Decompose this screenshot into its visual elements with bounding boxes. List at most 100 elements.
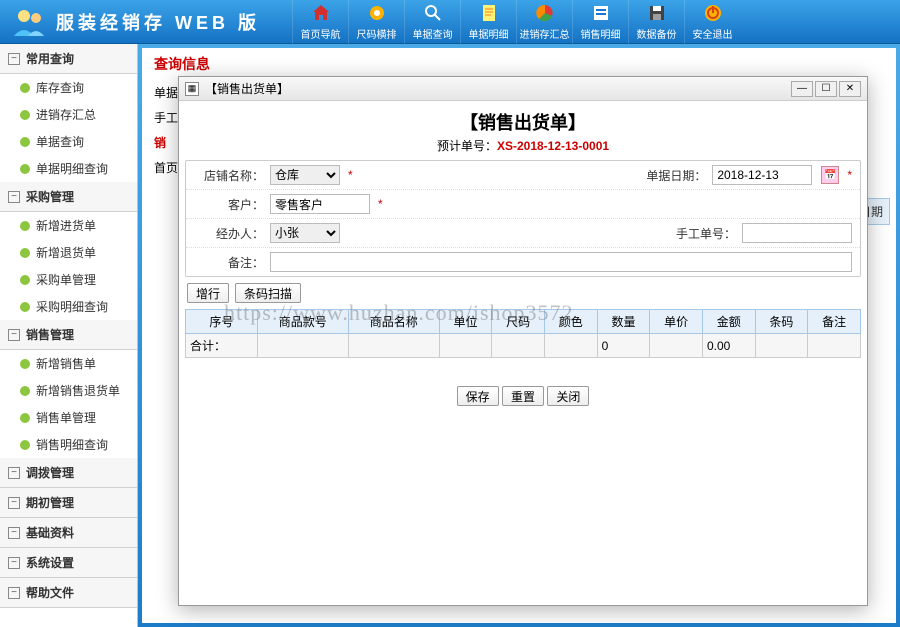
modal-titlebar[interactable]: ▦ 【销售出货单】 — ☐ ✕ [179,77,867,101]
item-label: 进销存汇总 [36,106,96,123]
sidebar-item[interactable]: 新增销售单 [0,350,137,377]
save-button[interactable]: 保存 [457,386,499,406]
modal-body: 【销售出货单】 预计单号：XS-2018-12-13-0001 店铺名称： 仓库… [179,101,867,434]
remark-input[interactable] [270,252,852,272]
group-label: 调拨管理 [26,464,74,481]
grid-header: 金额 [702,310,755,334]
main-toolbar: 首页导航尺码横排单据查询 单据明细进销存汇总销售明细数据备份安全退出 [292,0,740,44]
reset-button[interactable]: 重置 [502,386,544,406]
bullet-icon [20,413,30,423]
nav-sales[interactable]: 销售明细 [572,0,628,44]
sidebar-item[interactable]: 单据查询 [0,128,137,155]
group-label: 帮助文件 [26,584,74,601]
group-label: 期初管理 [26,494,74,511]
sidebar-item[interactable]: 采购明细查询 [0,293,137,320]
operator-label: 经办人： [194,225,264,242]
nav-summary[interactable]: 进销存汇总 [516,0,572,44]
sidebar-item[interactable]: 进销存汇总 [0,101,137,128]
item-label: 采购单管理 [36,271,96,288]
bullet-icon [20,275,30,285]
sidebar-group[interactable]: −基础资料 [0,518,137,548]
manual-no-input[interactable] [742,223,852,243]
group-label: 销售管理 [26,326,74,343]
sidebar-group[interactable]: −销售管理 [0,320,137,350]
sum-label: 合计： [186,334,258,358]
gear-icon [366,2,388,24]
toolbar-label: 销售明细 [581,26,621,41]
bullet-icon [20,83,30,93]
sidebar-item[interactable]: 新增销售退货单 [0,377,137,404]
sidebar-item[interactable]: 销售单管理 [0,404,137,431]
sidebar-group[interactable]: −帮助文件 [0,578,137,608]
collapse-icon: − [8,53,20,65]
power-icon [702,2,724,24]
group-label: 采购管理 [26,188,74,205]
store-label: 店铺名称： [194,167,264,184]
item-label: 单据查询 [36,133,84,150]
sidebar-item[interactable]: 库存查询 [0,74,137,101]
toolbar-label: 安全退出 [693,26,733,41]
sidebar-item[interactable]: 采购单管理 [0,266,137,293]
add-row-button[interactable]: 增行 [187,283,229,303]
nav-detail[interactable]: 单据明细 [460,0,516,44]
collapse-icon: − [8,329,20,341]
bullet-icon [20,137,30,147]
action-row: 保存 重置 关闭 [179,358,867,434]
maximize-button[interactable]: ☐ [815,81,837,97]
sidebar-item[interactable]: 销售明细查询 [0,431,137,458]
operator-select[interactable]: 小张 [270,223,340,243]
grid-header: 单价 [650,310,703,334]
sum-amount: 0.00 [702,334,755,358]
toolbar-label: 进销存汇总 [520,26,570,41]
nav-backup[interactable]: 数据备份 [628,0,684,44]
nav-exit[interactable]: 安全退出 [684,0,740,44]
toolbar-label: 单据明细 [469,26,509,41]
sidebar-item[interactable]: 单据明细查询 [0,155,137,182]
remark-label: 备注： [194,254,264,271]
group-label: 基础资料 [26,524,74,541]
customer-input[interactable] [270,194,370,214]
required-mark: * [378,197,383,211]
barcode-scan-button[interactable]: 条码扫描 [235,283,301,303]
doc-number: XS-2018-12-13-0001 [497,139,609,153]
item-label: 单据明细查询 [36,160,108,177]
sidebar-group[interactable]: −系统设置 [0,548,137,578]
date-input[interactable] [712,165,812,185]
grid-header: 备注 [808,310,861,334]
collapse-icon: − [8,497,20,509]
toolbar-label: 单据查询 [413,26,453,41]
toolbar-label: 首页导航 [301,26,341,41]
calendar-icon[interactable]: 📅 [821,166,839,184]
form-box: 店铺名称： 仓库 * 单据日期： 📅 * 客户： * 经办人： 小张 手工单号： [185,160,861,277]
minimize-button[interactable]: — [791,81,813,97]
close-modal-button[interactable]: 关闭 [547,386,589,406]
logo-area: 服装经销存 WEB 版 [0,6,272,38]
date-label: 单据日期： [646,167,706,184]
nav-query[interactable]: 单据查询 [404,0,460,44]
users-icon [12,6,48,38]
item-label: 销售明细查询 [36,436,108,453]
app-header: 服装经销存 WEB 版 首页导航尺码横排单据查询 单据明细进销存汇总销售明细数据备… [0,0,900,44]
bullet-icon [20,248,30,258]
store-select[interactable]: 仓库 [270,165,340,185]
collapse-icon: − [8,467,20,479]
sidebar-item[interactable]: 新增进货单 [0,212,137,239]
required-mark: * [847,168,852,182]
save-icon [646,2,668,24]
sum-qty: 0 [597,334,650,358]
sidebar-group[interactable]: −采购管理 [0,182,137,212]
collapse-icon: − [8,527,20,539]
sales-order-modal: ▦ 【销售出货单】 — ☐ ✕ 【销售出货单】 预计单号：XS-2018-12-… [178,76,868,606]
sidebar-group[interactable]: −常用查询 [0,44,137,74]
grid-header: 数量 [597,310,650,334]
collapse-icon: − [8,557,20,569]
nav-size[interactable]: 尺码横排 [348,0,404,44]
sidebar-group[interactable]: −期初管理 [0,488,137,518]
sidebar-group[interactable]: −调拨管理 [0,458,137,488]
summary-row: 合计： 0 0.00 [186,334,861,358]
close-button[interactable]: ✕ [839,81,861,97]
nav-home[interactable]: 首页导航 [292,0,348,44]
chart-icon [534,2,556,24]
item-label: 新增销售退货单 [36,382,120,399]
sidebar-item[interactable]: 新增退货单 [0,239,137,266]
